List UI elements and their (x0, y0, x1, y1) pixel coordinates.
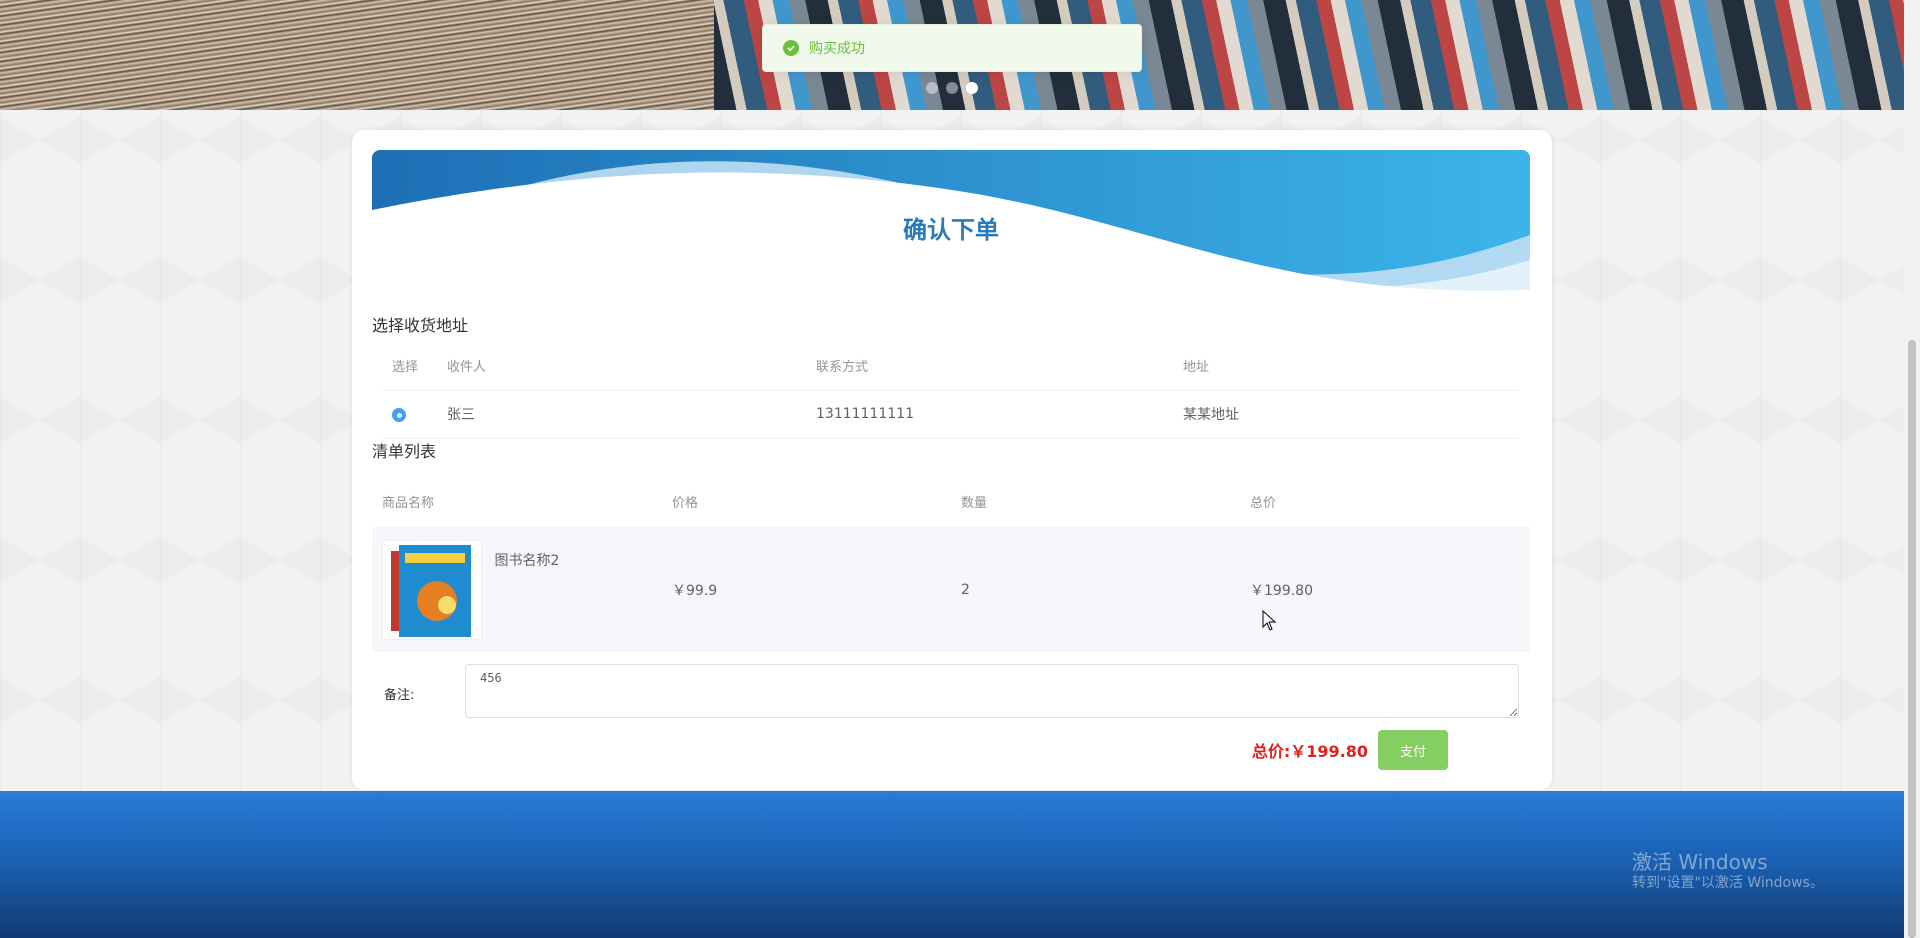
address-recipient: 张三 (437, 390, 806, 439)
remark-textarea[interactable]: 456 (465, 664, 1519, 718)
item-name-cell: 图书名称2 (372, 527, 662, 652)
success-toast: 购买成功 (762, 24, 1142, 72)
address-text: 某某地址 (1173, 390, 1519, 439)
address-header-select: 选择 (382, 342, 437, 391)
scrollbar-thumb[interactable] (1908, 340, 1916, 938)
carousel-dot-1[interactable] (926, 82, 938, 94)
footer (0, 791, 1904, 938)
order-hero: 确认下单 (372, 150, 1530, 298)
address-section-title: 选择收货地址 (372, 316, 469, 335)
banner-image-left (0, 0, 714, 110)
carousel-dot-3[interactable] (966, 82, 978, 94)
check-circle-icon (783, 40, 799, 56)
windows-activation-subtitle: 转到"设置"以激活 Windows。 (1632, 875, 1824, 891)
items-table: 商品名称 价格 数量 总价 图书名称2 ￥99.9 2 ￥199.80 (372, 475, 1530, 652)
carousel-indicators (926, 82, 978, 94)
book-cover-image (382, 539, 482, 640)
items-header-price: 价格 (672, 495, 699, 511)
carousel-dot-2[interactable] (946, 82, 958, 94)
pay-button[interactable]: 支付 (1378, 730, 1448, 770)
address-header-phone: 联系方式 (806, 342, 1173, 391)
address-phone: 13111111111 (806, 390, 1173, 439)
address-radio-cell[interactable] (382, 390, 437, 439)
mouse-cursor-icon (1262, 610, 1277, 631)
remark-label: 备注: (384, 688, 415, 703)
total-price: 总价:￥199.80 (1251, 742, 1368, 761)
toast-message: 购买成功 (809, 41, 865, 57)
address-radio[interactable] (392, 408, 406, 423)
page-scrollbar[interactable] (1904, 0, 1920, 938)
address-header-address: 地址 (1173, 342, 1519, 391)
items-header-quantity: 数量 (961, 495, 988, 511)
page-title: 确认下单 (903, 216, 999, 244)
item-name: 图书名称2 (494, 552, 560, 569)
windows-activation-title: 激活 Windows (1632, 850, 1768, 874)
item-quantity: 2 (961, 581, 970, 598)
item-price: ￥99.9 (672, 582, 718, 599)
address-table: 选择 收件人 联系方式 地址 张三 13111111111 某某地址 (382, 342, 1519, 439)
order-card: 确认下单 选择收货地址 选择 收件人 联系方式 地址 张三 1311111111… (352, 130, 1552, 790)
address-header-recipient: 收件人 (437, 342, 806, 391)
items-section-title: 清单列表 (372, 442, 437, 461)
item-total: ￥199.80 (1250, 582, 1313, 599)
address-row[interactable]: 张三 13111111111 某某地址 (382, 390, 1519, 439)
table-row: 图书名称2 ￥99.9 2 ￥199.80 (372, 527, 1530, 652)
items-header-total: 总价 (1250, 495, 1277, 511)
items-header-name: 商品名称 (382, 495, 435, 511)
